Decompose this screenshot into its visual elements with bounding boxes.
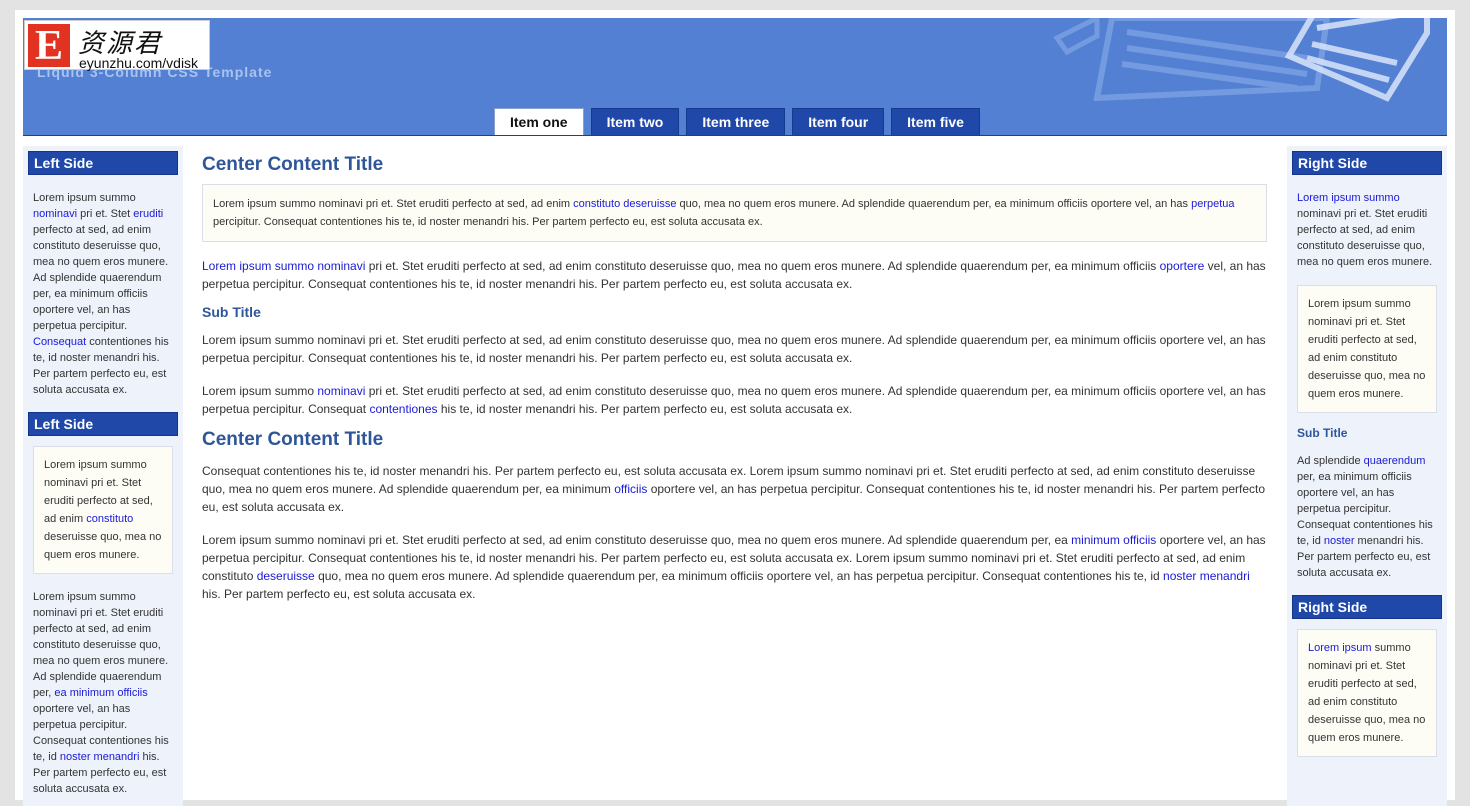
link-lorem-ipsum-summo-nominavi[interactable]: Lorem ipsum summo nominavi bbox=[202, 259, 365, 273]
left-side-paragraph-2: Lorem ipsum summo nominavi pri et. Stet … bbox=[33, 591, 169, 795]
tab-item-five[interactable]: Item five bbox=[891, 108, 980, 135]
link-oportere[interactable]: oportere bbox=[1160, 259, 1205, 273]
site-header: Liquid 3-Column CSS Template E 资源君 eyunz… bbox=[23, 18, 1447, 136]
right-side-heading-2: Right Side bbox=[1292, 595, 1442, 619]
center-sub-title: Sub Title bbox=[202, 304, 261, 320]
link-eruditi[interactable]: eruditi bbox=[133, 208, 163, 220]
link-officiis[interactable]: officiis bbox=[614, 482, 647, 496]
tab-item-four[interactable]: Item four bbox=[792, 108, 885, 135]
link-lorem-ipsum[interactable]: Lorem ipsum bbox=[1308, 642, 1372, 654]
left-sidebar: Left Side Lorem ipsum summo nominavi pri… bbox=[23, 146, 183, 806]
center-content-title: Center Content Title bbox=[202, 154, 384, 175]
logo-url-text: eyunzhu.com/vdisk bbox=[79, 55, 199, 71]
center-highlight-box: Lorem ipsum summo nominavi pri et. Stet … bbox=[202, 184, 1267, 242]
link-noster[interactable]: noster bbox=[1324, 535, 1355, 547]
link-constituto[interactable]: constituto bbox=[86, 513, 133, 525]
link-contentiones[interactable]: contentiones bbox=[369, 402, 437, 416]
link-noster-menandri-center[interactable]: noster menandri bbox=[1163, 569, 1250, 583]
link-lorem-ipsum-summo[interactable]: Lorem ipsum summo bbox=[1297, 192, 1400, 204]
left-side-paragraph: Lorem ipsum summo nominavi pri et. Stet … bbox=[33, 192, 169, 396]
tab-item-two[interactable]: Item two bbox=[590, 108, 680, 135]
right-sub-title: Sub Title bbox=[1297, 426, 1348, 440]
main-content: Center Content Title Lorem ipsum summo n… bbox=[202, 146, 1267, 603]
right-side-paragraph: Lorem ipsum summo nominavi pri et. Stet … bbox=[1297, 192, 1433, 268]
link-constituto-deseruisse[interactable]: constituto deseruisse bbox=[573, 198, 676, 210]
center-paragraph-3: Lorem ipsum summo nominavi pri et. Stet … bbox=[202, 384, 1266, 416]
logo-letter: E bbox=[28, 24, 70, 68]
left-side-heading-2: Left Side bbox=[28, 412, 178, 436]
left-side-heading: Left Side bbox=[28, 151, 178, 175]
link-quaerendum[interactable]: quaerendum bbox=[1364, 455, 1426, 467]
main-nav: Item one Item two Item three Item four I… bbox=[494, 108, 980, 135]
center-paragraph-5: Lorem ipsum summo nominavi pri et. Stet … bbox=[202, 533, 1266, 601]
site-logo[interactable]: E 资源君 eyunzhu.com/vdisk bbox=[24, 20, 210, 71]
right-sidebar: Right Side Lorem ipsum summo nominavi pr… bbox=[1287, 146, 1447, 806]
left-side-box: Lorem ipsum summo nominavi pri et. Stet … bbox=[33, 446, 173, 574]
paper-stack-icon bbox=[1053, 18, 1430, 102]
link-nominavi-center[interactable]: nominavi bbox=[317, 384, 365, 398]
link-deseruisse[interactable]: deseruisse bbox=[257, 569, 315, 583]
link-consequat[interactable]: Consequat bbox=[33, 336, 86, 348]
link-nominavi[interactable]: nominavi bbox=[33, 208, 77, 220]
right-side-paragraph-2: Ad splendide quaerendum per, ea minimum … bbox=[1297, 455, 1433, 579]
link-ea-minimum-officiis[interactable]: ea minimum officiis bbox=[54, 687, 147, 699]
link-minimum-officiis[interactable]: minimum officiis bbox=[1071, 533, 1156, 547]
center-paragraph-1: Lorem ipsum summo nominavi pri et. Stet … bbox=[202, 259, 1266, 291]
page: Liquid 3-Column CSS Template E 资源君 eyunz… bbox=[15, 10, 1455, 806]
tab-item-one[interactable]: Item one bbox=[494, 108, 584, 135]
center-paragraph-4: Consequat contentiones his te, id noster… bbox=[202, 464, 1266, 514]
right-side-box-2: Lorem ipsum summo nominavi pri et. Stet … bbox=[1297, 629, 1437, 757]
right-side-box: Lorem ipsum summo nominavi pri et. Stet … bbox=[1297, 285, 1437, 413]
center-content-title-2: Center Content Title bbox=[202, 429, 384, 450]
right-side-heading: Right Side bbox=[1292, 151, 1442, 175]
center-paragraph-2: Lorem ipsum summo nominavi pri et. Stet … bbox=[202, 333, 1266, 365]
link-noster-menandri[interactable]: noster menandri bbox=[60, 751, 140, 763]
tab-item-three[interactable]: Item three bbox=[686, 108, 786, 135]
link-perpetua[interactable]: perpetua bbox=[1191, 198, 1234, 210]
